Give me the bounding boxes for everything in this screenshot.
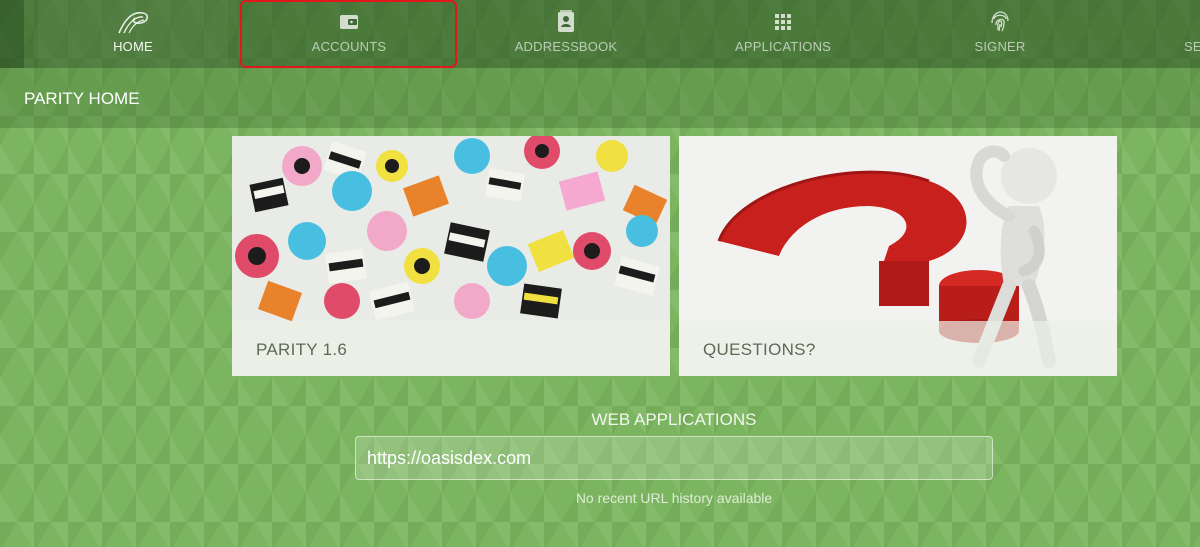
tab-accounts[interactable]: ACCOUNTS (254, 0, 444, 68)
parity-card-caption-text: PARITY 1.6 (256, 340, 348, 359)
questions-card[interactable]: QUESTIONS? (679, 136, 1117, 376)
fingerprint-icon (905, 9, 1095, 35)
parity-card-caption: PARITY 1.6 (232, 321, 670, 376)
apps-grid-icon (688, 9, 878, 35)
page-title-bar: PARITY HOME (0, 68, 1200, 128)
tab-accounts-label: ACCOUNTS (311, 39, 387, 54)
questions-card-caption-text: QUESTIONS? (703, 340, 816, 359)
tab-home-label: HOME (113, 39, 153, 54)
nav-left-edge (0, 0, 24, 68)
tab-signer-label: SIGNER (974, 39, 1026, 54)
url-history-note: No recent URL history available (575, 490, 773, 506)
url-input[interactable] (355, 436, 993, 480)
wallet-icon (254, 9, 444, 35)
web-applications-heading: WEB APPLICATIONS (591, 410, 757, 429)
tab-settings-partial[interactable]: SE (1122, 0, 1200, 68)
tab-applications[interactable]: APPLICATIONS (688, 0, 878, 68)
tab-applications-label: APPLICATIONS (734, 39, 832, 54)
page-title: PARITY HOME (24, 89, 140, 108)
top-navigation-bar: HOME ACCOUNTS ADDRESSBOOK APPLICATIONS S… (0, 0, 1200, 68)
tab-home[interactable]: HOME (38, 0, 228, 68)
parity-release-card[interactable]: PARITY 1.6 (232, 136, 670, 376)
parity-logo-icon (38, 9, 228, 35)
questions-card-caption: QUESTIONS? (679, 321, 1117, 376)
contact-card-icon (471, 9, 661, 35)
tab-signer[interactable]: SIGNER (905, 0, 1095, 68)
tab-addressbook[interactable]: ADDRESSBOOK (471, 0, 661, 68)
tab-addressbook-label: ADDRESSBOOK (514, 39, 618, 54)
tab-settings-label: SE (1184, 39, 1200, 54)
